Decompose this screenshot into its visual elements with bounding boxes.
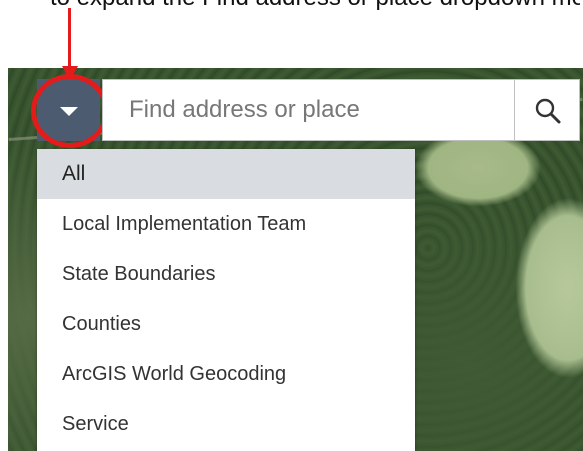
- menu-item-all[interactable]: All: [37, 149, 415, 199]
- menu-item-state-boundaries[interactable]: State Boundaries: [37, 249, 415, 299]
- caret-down-icon: [60, 107, 78, 116]
- search-source-menu: All Local Implementation Team State Boun…: [37, 149, 415, 451]
- search-source-dropdown-button[interactable]: [37, 79, 100, 141]
- instruction-text: to expand the Find address or place drop…: [50, 0, 580, 10]
- search-input[interactable]: [102, 79, 514, 141]
- annotation-arrow-shaft: [68, 8, 71, 70]
- menu-item-arcgis-world-geocoding[interactable]: ArcGIS World Geocoding: [37, 349, 415, 399]
- annotation-arrow-icon: [62, 66, 78, 80]
- menu-item-counties[interactable]: Counties: [37, 299, 415, 349]
- menu-item-local-implementation-team[interactable]: Local Implementation Team: [37, 199, 415, 249]
- search-button[interactable]: [514, 79, 580, 141]
- magnifier-icon: [535, 98, 561, 124]
- menu-item-service[interactable]: Service: [37, 399, 415, 449]
